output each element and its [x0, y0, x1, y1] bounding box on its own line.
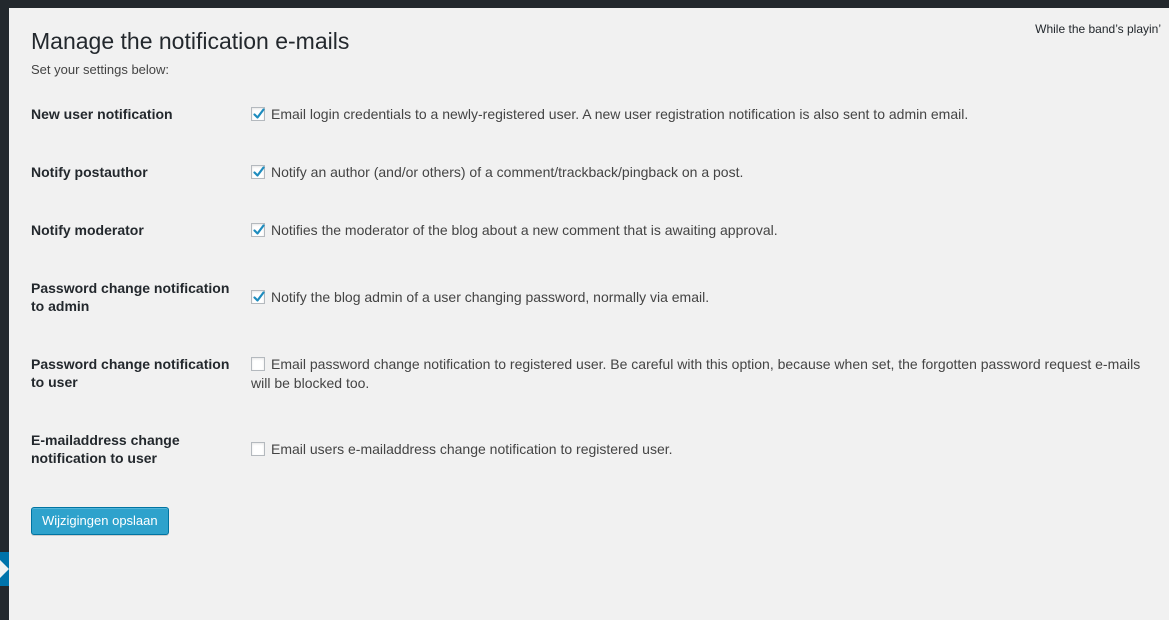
hello-dolly-quote: While the band’s playin’ [1035, 22, 1161, 36]
setting-field: Email password change notification to re… [251, 355, 1149, 393]
setting-description: Notify an author (and/or others) of a co… [271, 164, 744, 180]
setting-description: Email users e-mailaddress change notific… [271, 441, 673, 457]
setting-label: Notify moderator [31, 222, 144, 238]
setting-description: Notifies the moderator of the blog about… [271, 222, 778, 238]
setting-description: Email login credentials to a newly-regis… [271, 106, 969, 122]
page-title: Manage the notification e-mails [31, 28, 350, 54]
checkmark-icon [253, 224, 265, 235]
checkmark-icon [253, 291, 265, 302]
setting-field: Notify an author (and/or others) of a co… [251, 163, 1149, 182]
setting-field: Email login credentials to a newly-regis… [251, 105, 1149, 124]
content-area: While the band’s playin’ Manage the noti… [9, 8, 1169, 620]
setting-label: Notify postauthor [31, 164, 148, 180]
page-subtitle: Set your settings below: [31, 62, 170, 77]
password-change-user-checkbox[interactable] [251, 357, 265, 371]
setting-label: E-mailaddress change notification to use… [31, 432, 180, 466]
notify-postauthor-checkbox[interactable] [251, 165, 265, 179]
admin-frame: While the band’s playin’ Manage the noti… [0, 0, 1169, 620]
password-change-admin-checkbox[interactable] [251, 290, 265, 304]
setting-description: Notify the blog admin of a user changing… [271, 289, 710, 305]
checkmark-icon [253, 166, 265, 177]
emailaddress-change-user-checkbox[interactable] [251, 442, 265, 456]
setting-field: Email users e-mailaddress change notific… [251, 440, 1149, 459]
setting-label: Password change notification to admin [31, 280, 230, 314]
setting-field: Notifies the moderator of the blog about… [251, 221, 1149, 240]
new-user-notification-checkbox[interactable] [251, 107, 265, 121]
setting-description: Email password change notification to re… [251, 356, 1141, 391]
setting-label: Password change notification to user [31, 356, 230, 390]
menu-arrow-icon [0, 560, 9, 578]
setting-field: Notify the blog admin of a user changing… [251, 288, 1149, 307]
setting-label: New user notification [31, 106, 173, 122]
notify-moderator-checkbox[interactable] [251, 223, 265, 237]
checkmark-icon [253, 108, 265, 119]
save-changes-button[interactable]: Wijzigingen opslaan [31, 507, 169, 535]
